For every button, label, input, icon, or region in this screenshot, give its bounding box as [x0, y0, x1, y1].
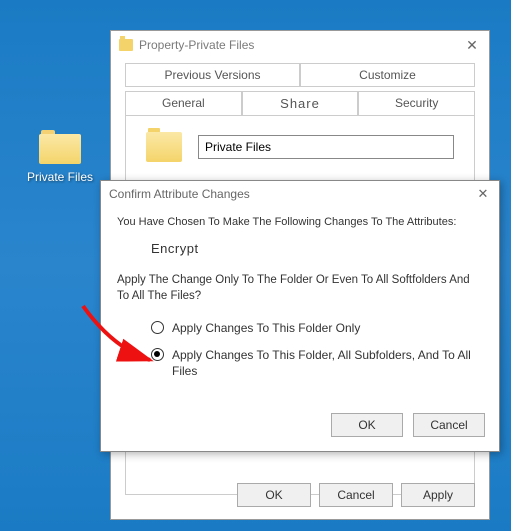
desktop-folder-private-files[interactable]: Private Files	[25, 130, 95, 184]
confirm-attribute-dialog: Confirm Attribute Changes ✕ You Have Cho…	[100, 180, 500, 452]
confirm-button-row: OK Cancel	[101, 403, 499, 451]
radio-all-subfolders[interactable]: Apply Changes To This Folder, All Subfol…	[151, 347, 483, 379]
folder-name-input[interactable]	[198, 135, 454, 159]
ok-button[interactable]: OK	[237, 483, 311, 507]
tab-security[interactable]: Security	[358, 91, 475, 115]
close-icon[interactable]: ✕	[475, 186, 491, 202]
properties-button-row: OK Cancel Apply	[237, 483, 475, 507]
tab-share[interactable]: Share	[242, 91, 359, 115]
folder-icon	[39, 130, 81, 164]
properties-title-text: Property-Private Files	[139, 38, 254, 52]
desktop-folder-label: Private Files	[25, 170, 95, 184]
confirm-attribute-encrypt: Encrypt	[151, 240, 483, 258]
properties-titlebar: Property-Private Files ✕	[111, 31, 489, 59]
confirm-title-text: Confirm Attribute Changes	[109, 187, 250, 201]
radio-label: Apply Changes To This Folder, All Subfol…	[172, 347, 483, 379]
confirm-message-2: Apply The Change Only To The Folder Or E…	[117, 273, 483, 304]
radio-this-folder-only[interactable]: Apply Changes To This Folder Only	[151, 320, 483, 336]
tab-previous-versions[interactable]: Previous Versions	[125, 63, 300, 87]
tabs-row-bottom: General Share Security	[111, 87, 489, 115]
tab-general[interactable]: General	[125, 91, 242, 115]
cancel-button[interactable]: Cancel	[319, 483, 393, 507]
ok-button[interactable]: OK	[331, 413, 403, 437]
cancel-button[interactable]: Cancel	[413, 413, 485, 437]
confirm-body: You Have Chosen To Make The Following Ch…	[101, 207, 499, 403]
confirm-message-1: You Have Chosen To Make The Following Ch…	[117, 215, 483, 230]
radio-icon	[151, 348, 164, 361]
close-icon[interactable]: ✕	[463, 36, 481, 54]
folder-icon	[146, 132, 182, 162]
tab-customize[interactable]: Customize	[300, 63, 475, 87]
tabs-row-top: Previous Versions Customize	[111, 59, 489, 87]
folder-icon	[119, 39, 133, 51]
radio-label: Apply Changes To This Folder Only	[172, 320, 360, 336]
radio-icon	[151, 321, 164, 334]
apply-button[interactable]: Apply	[401, 483, 475, 507]
confirm-titlebar: Confirm Attribute Changes ✕	[101, 181, 499, 207]
